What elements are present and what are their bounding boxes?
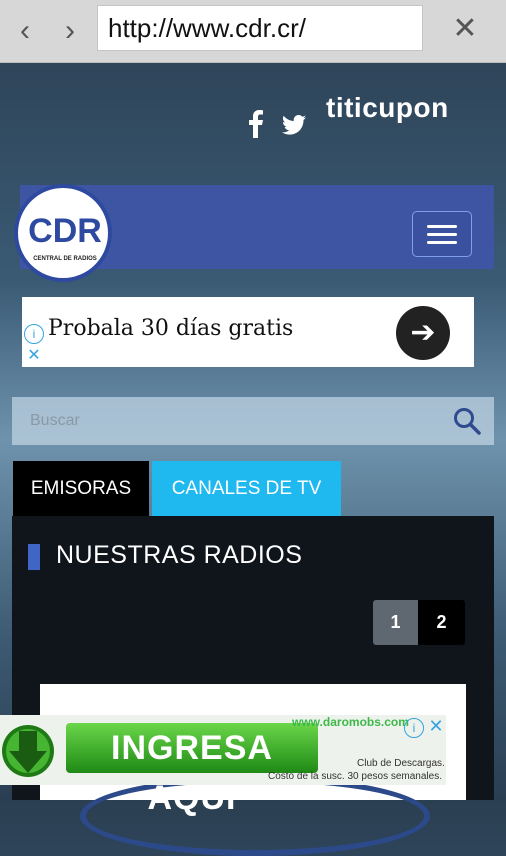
ad-text[interactable]: Probala 30 días gratis: [48, 316, 293, 341]
twitter-icon[interactable]: [282, 114, 306, 136]
close-icon[interactable]: ✕: [448, 12, 482, 46]
close-icon[interactable]: ✕: [426, 716, 446, 736]
download-arrow-icon[interactable]: [0, 717, 56, 781]
search-icon[interactable]: [452, 406, 482, 436]
section-title: NUESTRAS RADIOS: [56, 541, 303, 569]
hamburger-menu-icon[interactable]: [412, 211, 472, 257]
info-icon[interactable]: i: [404, 718, 424, 738]
ad-site-text: www.daromobs.com: [292, 715, 409, 729]
page-1-button[interactable]: 1: [373, 600, 418, 645]
radio-logo-arc: [80, 776, 430, 856]
chevron-left-icon[interactable]: ‹: [10, 14, 40, 48]
chevron-right-icon[interactable]: ›: [55, 14, 85, 48]
ad-line-1: Club de Descargas.: [357, 758, 445, 769]
close-icon[interactable]: ✕: [24, 346, 44, 366]
section-marker: [28, 544, 40, 570]
page-2-button[interactable]: 2: [418, 600, 465, 645]
ad-line-2: Costo de la susc. 30 pesos semanales.: [268, 771, 442, 782]
tab-canales-de-tv[interactable]: CANALES DE TV: [152, 461, 341, 516]
partner-logo[interactable]: titicupon: [326, 92, 449, 124]
ingresa-aqui-button[interactable]: INGRESA AQUI: [66, 723, 318, 817]
logo-subtitle: CENTRAL DE RADIOS: [33, 256, 97, 262]
logo-text: CDR: [28, 212, 102, 250]
search-input[interactable]: [12, 397, 442, 445]
tab-emisoras[interactable]: EMISORAS: [13, 461, 149, 516]
facebook-icon[interactable]: [246, 110, 266, 138]
address-bar[interactable]: http://www.cdr.cr/: [97, 5, 423, 51]
search-bar: [12, 397, 494, 445]
info-icon[interactable]: i: [24, 324, 44, 344]
arrow-right-icon[interactable]: ➔: [396, 306, 450, 360]
